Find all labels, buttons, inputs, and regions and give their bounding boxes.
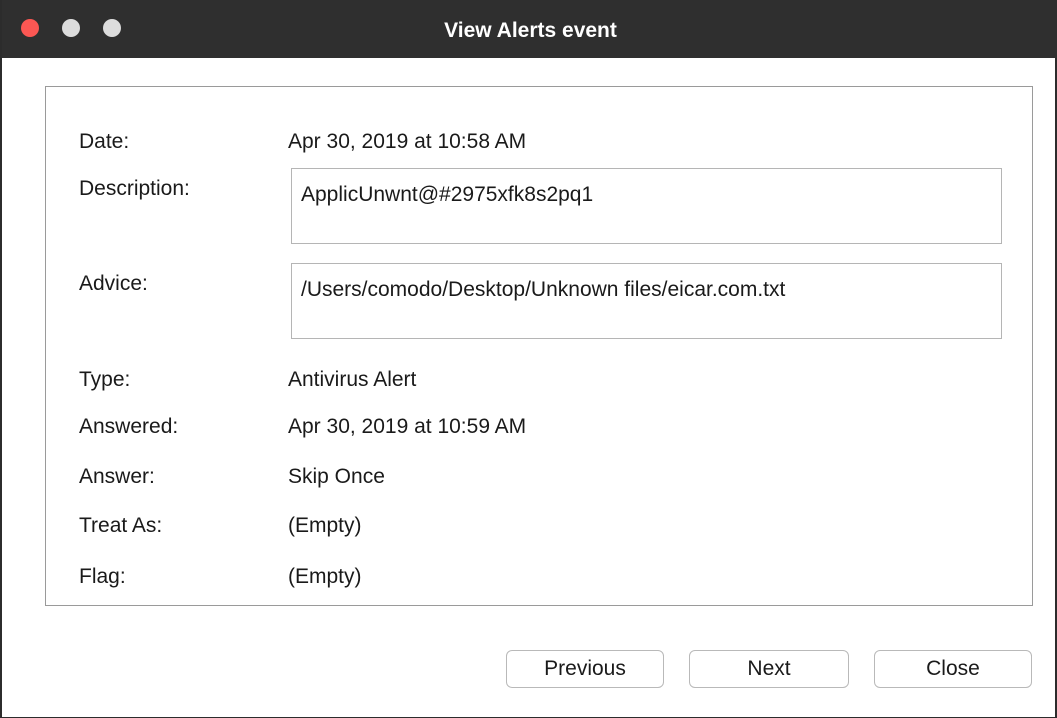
answer-label: Answer: bbox=[79, 465, 155, 488]
flag-value: (Empty) bbox=[288, 565, 362, 588]
flag-label: Flag: bbox=[79, 565, 126, 588]
advice-value: /Users/comodo/Desktop/Unknown files/eica… bbox=[301, 278, 786, 301]
date-label: Date: bbox=[79, 130, 130, 153]
advice-label: Advice: bbox=[79, 272, 148, 295]
window-title: View Alerts event bbox=[444, 19, 617, 42]
title-bar[interactable]: View Alerts event bbox=[2, 0, 1057, 58]
treat-as-label: Treat As: bbox=[79, 514, 163, 537]
type-label: Type: bbox=[79, 368, 131, 391]
date-value: Apr 30, 2019 at 10:58 AM bbox=[288, 130, 527, 153]
next-button[interactable]: Next bbox=[689, 650, 849, 688]
description-label: Description: bbox=[79, 177, 190, 200]
answered-value: Apr 30, 2019 at 10:59 AM bbox=[288, 415, 527, 438]
previous-button[interactable]: Previous bbox=[506, 650, 664, 688]
details-panel: Date: Apr 30, 2019 at 10:58 AM Descripti… bbox=[45, 86, 1033, 606]
advice-field[interactable]: /Users/comodo/Desktop/Unknown files/eica… bbox=[291, 263, 1002, 339]
alert-event-window: View Alerts event Date: Apr 30, 2019 at … bbox=[0, 0, 1057, 718]
type-value: Antivirus Alert bbox=[288, 368, 417, 391]
close-button[interactable]: Close bbox=[874, 650, 1032, 688]
answer-value: Skip Once bbox=[288, 465, 385, 488]
treat-as-value: (Empty) bbox=[288, 514, 362, 537]
description-field[interactable]: ApplicUnwnt@#2975xfk8s2pq1 bbox=[291, 168, 1002, 244]
description-value: ApplicUnwnt@#2975xfk8s2pq1 bbox=[301, 183, 594, 206]
answered-label: Answered: bbox=[79, 415, 179, 438]
